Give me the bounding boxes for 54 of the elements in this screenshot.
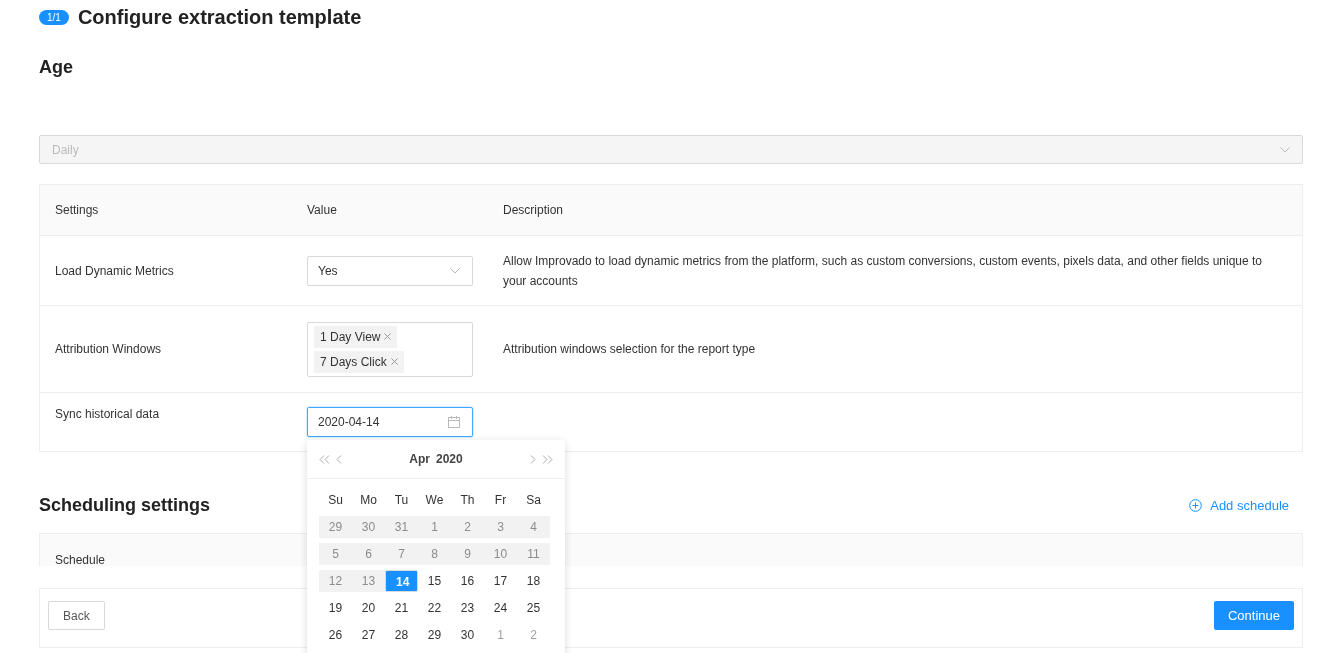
setting-label: Sync historical data bbox=[55, 407, 160, 421]
chevron-down-icon bbox=[1280, 146, 1290, 153]
weekday-label: Th bbox=[459, 492, 476, 509]
weekday-label: Sa bbox=[525, 492, 542, 509]
double-chevron-left-icon[interactable] bbox=[319, 454, 330, 464]
calendar-day[interactable]: 19 bbox=[324, 597, 347, 619]
weekday-label: Fr bbox=[493, 492, 508, 509]
calendar-day[interactable]: 30 bbox=[456, 624, 479, 646]
setting-label: Attribution Windows bbox=[55, 342, 162, 356]
calendar-day[interactable]: 25 bbox=[522, 597, 545, 619]
step-badge: 1/1 bbox=[39, 9, 69, 25]
close-icon[interactable] bbox=[384, 333, 392, 340]
calendar-day[interactable]: 15 bbox=[423, 570, 446, 592]
calendar-day[interactable]: 26 bbox=[324, 624, 347, 646]
calendar-day[interactable]: 20 bbox=[357, 597, 380, 619]
back-button[interactable]: Back bbox=[48, 601, 105, 630]
calendar-day[interactable]: 29 bbox=[423, 624, 446, 646]
column-header: Description bbox=[503, 202, 565, 219]
column-header: Value bbox=[307, 203, 338, 217]
date-field[interactable]: 2020-04-14 bbox=[307, 407, 473, 437]
month-label[interactable]: Apr bbox=[409, 452, 430, 466]
setting-description: Attribution windows selection for the report type bbox=[503, 342, 756, 356]
column-header: Schedule bbox=[55, 553, 106, 567]
section-title: Age bbox=[39, 57, 74, 79]
tag-chip[interactable]: 1 Day View bbox=[314, 325, 398, 348]
double-chevron-right-icon[interactable] bbox=[542, 454, 553, 464]
value-select[interactable]: Yes bbox=[307, 255, 473, 286]
weekday-label: Su bbox=[327, 492, 344, 509]
calendar-icon bbox=[448, 416, 460, 428]
chevron-down-icon bbox=[450, 267, 460, 274]
close-icon[interactable] bbox=[390, 358, 398, 365]
setting-description: Allow Improvado to load dynamic metrics from the platform, such as custom conversions, custom events, pixels data, and other fields unique to your accounts bbox=[503, 253, 1263, 288]
page-title: Configure extraction template bbox=[77, 5, 362, 29]
calendar-day[interactable]: 16 bbox=[456, 570, 479, 592]
calendar-day[interactable]: 28 bbox=[390, 624, 413, 646]
calendar-day[interactable]: 18 bbox=[522, 570, 545, 592]
section-title: Scheduling settings bbox=[39, 494, 211, 516]
tags-field[interactable]: 1 Day View 7 Days Click bbox=[307, 321, 473, 377]
calendar-day[interactable]: 17 bbox=[489, 570, 512, 592]
weekday-label: Tu bbox=[393, 492, 410, 509]
weekday-label: We bbox=[424, 492, 445, 509]
chevron-left-icon[interactable] bbox=[336, 454, 342, 464]
chevron-right-icon[interactable] bbox=[530, 454, 536, 464]
calendar-day[interactable]: 22 bbox=[423, 597, 446, 619]
calendar-day[interactable]: 27 bbox=[357, 624, 380, 646]
calendar-day[interactable]: 24 bbox=[489, 597, 512, 619]
column-header: Settings bbox=[54, 203, 100, 217]
plus-circle-icon bbox=[1189, 498, 1203, 512]
calendar-day[interactable]: 21 bbox=[390, 597, 413, 619]
calendar-day[interactable]: 23 bbox=[456, 597, 479, 619]
tag-chip[interactable]: 7 Days Click bbox=[314, 350, 404, 373]
year-label[interactable]: 2020 bbox=[436, 452, 463, 466]
weekday-label: Mo bbox=[359, 492, 378, 509]
setting-label: Load Dynamic Metrics bbox=[55, 263, 174, 278]
